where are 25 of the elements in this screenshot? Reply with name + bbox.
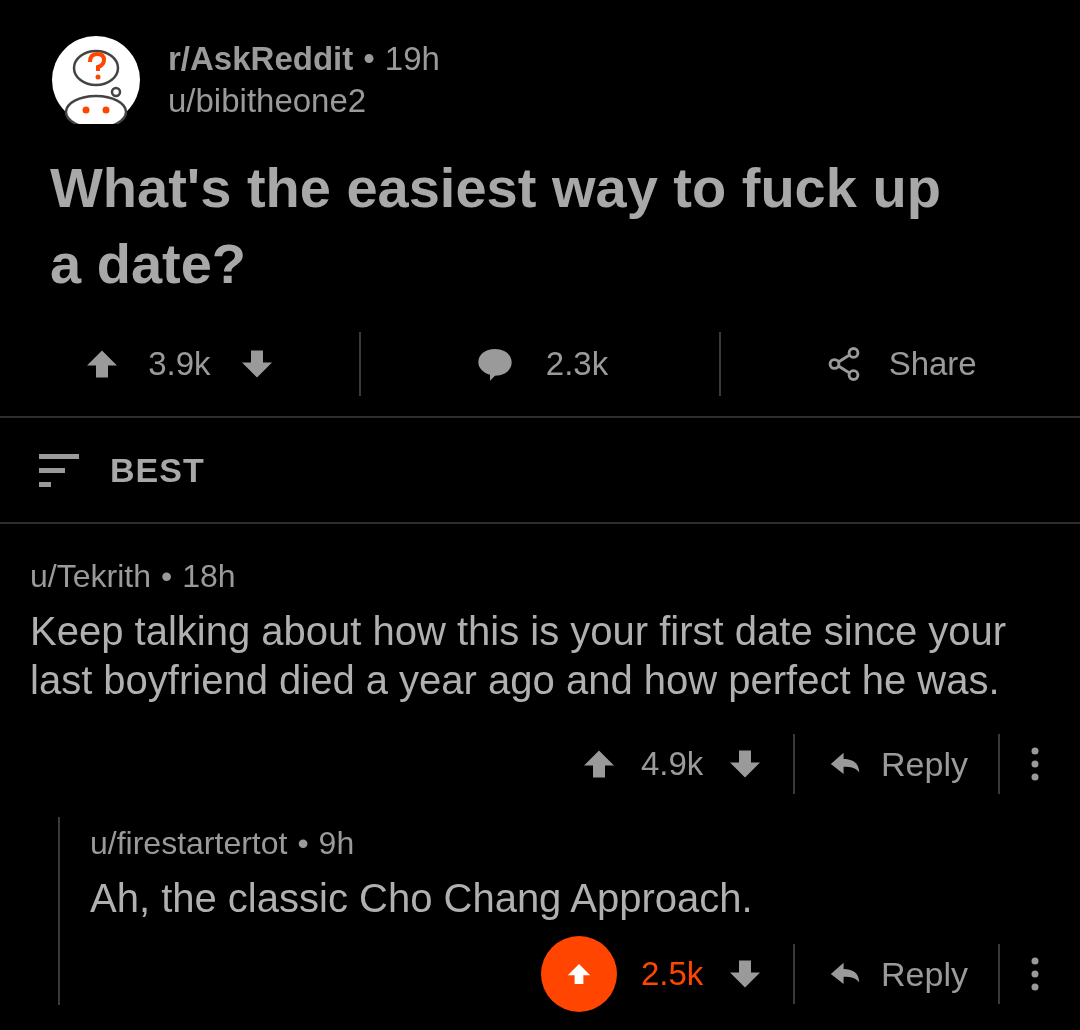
sort-icon[interactable] (38, 452, 80, 488)
sort-button[interactable]: BEST (110, 450, 205, 490)
separator-dot: • (160, 558, 173, 595)
comment-text: Ah, the classic Cho Chang Approach. (90, 875, 754, 922)
comment-time: 18h (182, 558, 236, 595)
subreddit-avatar-icon[interactable] (52, 36, 140, 124)
comment-author[interactable]: u/firestartertot (90, 825, 288, 862)
share-button[interactable]: Share (824, 345, 977, 383)
post-title: What's the easiest way to fuck up a date? (50, 155, 942, 297)
comment-text: Keep talking about how this is your first date since your last boyfriend died a year ago and how perfect he was. (30, 608, 1008, 704)
more-options-icon[interactable] (1030, 956, 1040, 992)
separator-dot: • (297, 825, 309, 862)
more-options-icon[interactable] (1030, 746, 1040, 782)
comment-count: 2.3k (545, 345, 609, 383)
vote-count: 4.9k (639, 745, 705, 783)
separator-dot: • (363, 40, 375, 78)
vote-count: 3.9k (148, 345, 211, 383)
post-author[interactable]: u/bibitheone2 (168, 82, 440, 120)
subreddit-name[interactable]: r/AskReddit (168, 40, 354, 78)
reply-button[interactable]: Reply (825, 954, 968, 994)
comment-time: 9h (318, 825, 355, 862)
post-time: 19h (384, 40, 440, 78)
reply-button[interactable]: Reply (825, 744, 968, 784)
vote-count: 2.5k (639, 955, 705, 993)
comment-author[interactable]: u/Tekrith (30, 558, 151, 595)
